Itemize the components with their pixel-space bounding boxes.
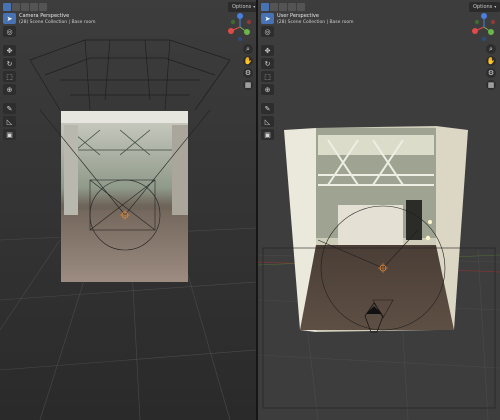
measure-icon[interactable]: ◺ — [261, 116, 274, 127]
cursor-3d-icon[interactable]: ◎ — [261, 26, 274, 37]
move-icon[interactable]: ✥ — [3, 45, 16, 56]
rotate-icon[interactable]: ↻ — [3, 58, 16, 69]
user-viewport[interactable]: Options ▾ User Perspective (28) Scene Col… — [258, 0, 500, 420]
camera-view-icon[interactable]: ⚙ — [486, 68, 496, 78]
transform-icon[interactable]: ⊕ — [261, 84, 274, 95]
chevron-down-icon: ▾ — [253, 4, 256, 9]
ortho-grid-icon[interactable]: ▦ — [486, 80, 496, 90]
add-menu-icon[interactable] — [30, 3, 38, 11]
tool-separator — [3, 97, 16, 101]
zoom-icon[interactable]: ⌕ — [486, 44, 496, 54]
view-menu-icon[interactable] — [270, 3, 278, 11]
pan-hand-icon[interactable]: ✋ — [486, 56, 496, 66]
nav-icons-left: ⌕ ✋ ⚙ ▦ — [243, 44, 253, 90]
zoom-icon[interactable]: ⌕ — [243, 44, 253, 54]
scale-icon[interactable]: ⬚ — [261, 71, 274, 82]
editor-type-menu[interactable] — [261, 3, 305, 11]
tool-shelf: ➤ ◎ ✥ ↻ ⬚ ⊕ ✎ ◺ ▣ — [261, 13, 274, 140]
camera-viewport[interactable]: Options ▾ Camera Perspective (28) Scene C… — [0, 0, 256, 420]
select-cursor-icon[interactable]: ➤ — [261, 13, 274, 24]
add-menu-icon[interactable] — [288, 3, 296, 11]
object-menu-icon[interactable] — [39, 3, 47, 11]
camera-view-icon[interactable]: ⚙ — [243, 68, 253, 78]
add-cube-icon[interactable]: ▣ — [3, 129, 16, 140]
editor-type-icon[interactable] — [261, 3, 269, 11]
user-view-scene — [258, 0, 500, 420]
select-cursor-icon[interactable]: ➤ — [3, 13, 16, 24]
add-cube-icon[interactable]: ▣ — [261, 129, 274, 140]
camera-view-scene — [0, 0, 256, 420]
viewport-title: User Perspective — [277, 13, 319, 19]
ortho-grid-icon[interactable]: ▦ — [243, 80, 253, 90]
viewport-title: Camera Perspective — [19, 13, 70, 19]
select-menu-icon[interactable] — [279, 3, 287, 11]
pan-hand-icon[interactable]: ✋ — [243, 56, 253, 66]
select-menu-icon[interactable] — [21, 3, 29, 11]
tool-shelf: ➤ ◎ ✥ ↻ ⬚ ⊕ ✎ ◺ ▣ — [3, 13, 16, 140]
measure-icon[interactable]: ◺ — [3, 116, 16, 127]
tool-separator — [261, 97, 274, 101]
rotate-icon[interactable]: ↻ — [261, 58, 274, 69]
chevron-down-icon: ▾ — [494, 4, 497, 9]
annotate-icon[interactable]: ✎ — [261, 103, 274, 114]
view-menu-icon[interactable] — [12, 3, 20, 11]
tool-separator — [261, 39, 274, 43]
tool-separator — [3, 39, 16, 43]
navigation-gizmo[interactable] — [471, 10, 497, 44]
annotate-icon[interactable]: ✎ — [3, 103, 16, 114]
nav-icons-right: ⌕ ✋ ⚙ ▦ — [486, 44, 496, 90]
scale-icon[interactable]: ⬚ — [3, 71, 16, 82]
move-icon[interactable]: ✥ — [261, 45, 274, 56]
viewport-subtitle: (28) Scene Collection | Base room — [19, 20, 96, 25]
editor-type-menu[interactable] — [3, 3, 47, 11]
navigation-gizmo[interactable] — [227, 10, 253, 44]
transform-icon[interactable]: ⊕ — [3, 84, 16, 95]
object-menu-icon[interactable] — [297, 3, 305, 11]
editor-type-icon[interactable] — [3, 3, 11, 11]
cursor-3d-icon[interactable]: ◎ — [3, 26, 16, 37]
viewport-subtitle: (28) Scene Collection | Base room — [277, 20, 354, 25]
